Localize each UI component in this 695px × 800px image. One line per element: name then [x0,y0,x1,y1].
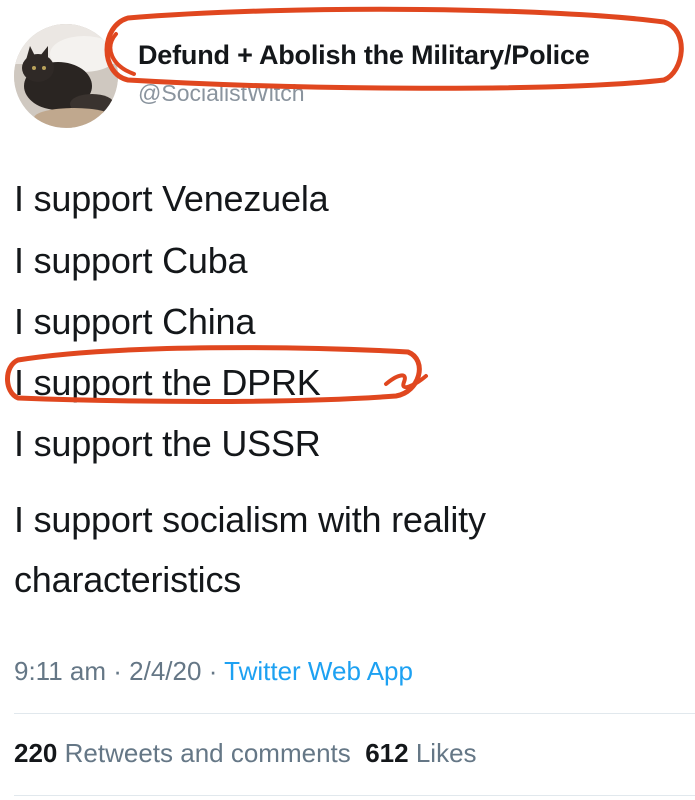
display-name[interactable]: Defund + Abolish the Military/Police [138,40,590,71]
avatar-cat-image [14,24,118,128]
tweet-text-line: I support socialism with reality [14,499,486,540]
tweet-text-line: I support the USSR [14,423,321,464]
engagement-stats: 220 Retweets and comments 612 Likes [14,738,477,769]
tweet-meta: 9:11 am · 2/4/20 · Twitter Web App [14,656,413,687]
retweets-stat[interactable]: 220 Retweets and comments [14,738,351,768]
likes-stat[interactable]: 612 Likes [365,738,476,768]
meta-separator: · [113,656,122,686]
likes-label: Likes [415,738,477,768]
tweet-time[interactable]: 9:11 am [14,656,106,686]
tweet-date[interactable]: 2/4/20 [129,656,201,686]
avatar[interactable] [14,24,118,128]
tweet-text-line: I support China [14,301,256,342]
meta-separator: · [208,656,218,686]
tweet-text-line: characteristics [14,559,242,600]
retweets-label: Retweets and comments [64,738,351,768]
source-app-link[interactable]: Twitter Web App [224,656,413,686]
divider [14,713,695,714]
retweets-count: 220 [14,738,58,768]
tweet-text-line: I support the DPRK [14,362,321,403]
divider [14,795,695,796]
tweet-text-line: I support Venezuela [14,178,329,219]
annotation-squiggle [384,373,428,390]
tweet: Defund + Abolish the Military/Police @So… [0,0,695,800]
handle[interactable]: @SocialistWitch [138,82,305,104]
tweet-text-line: I support Cuba [14,240,248,281]
likes-count: 612 [365,738,409,768]
